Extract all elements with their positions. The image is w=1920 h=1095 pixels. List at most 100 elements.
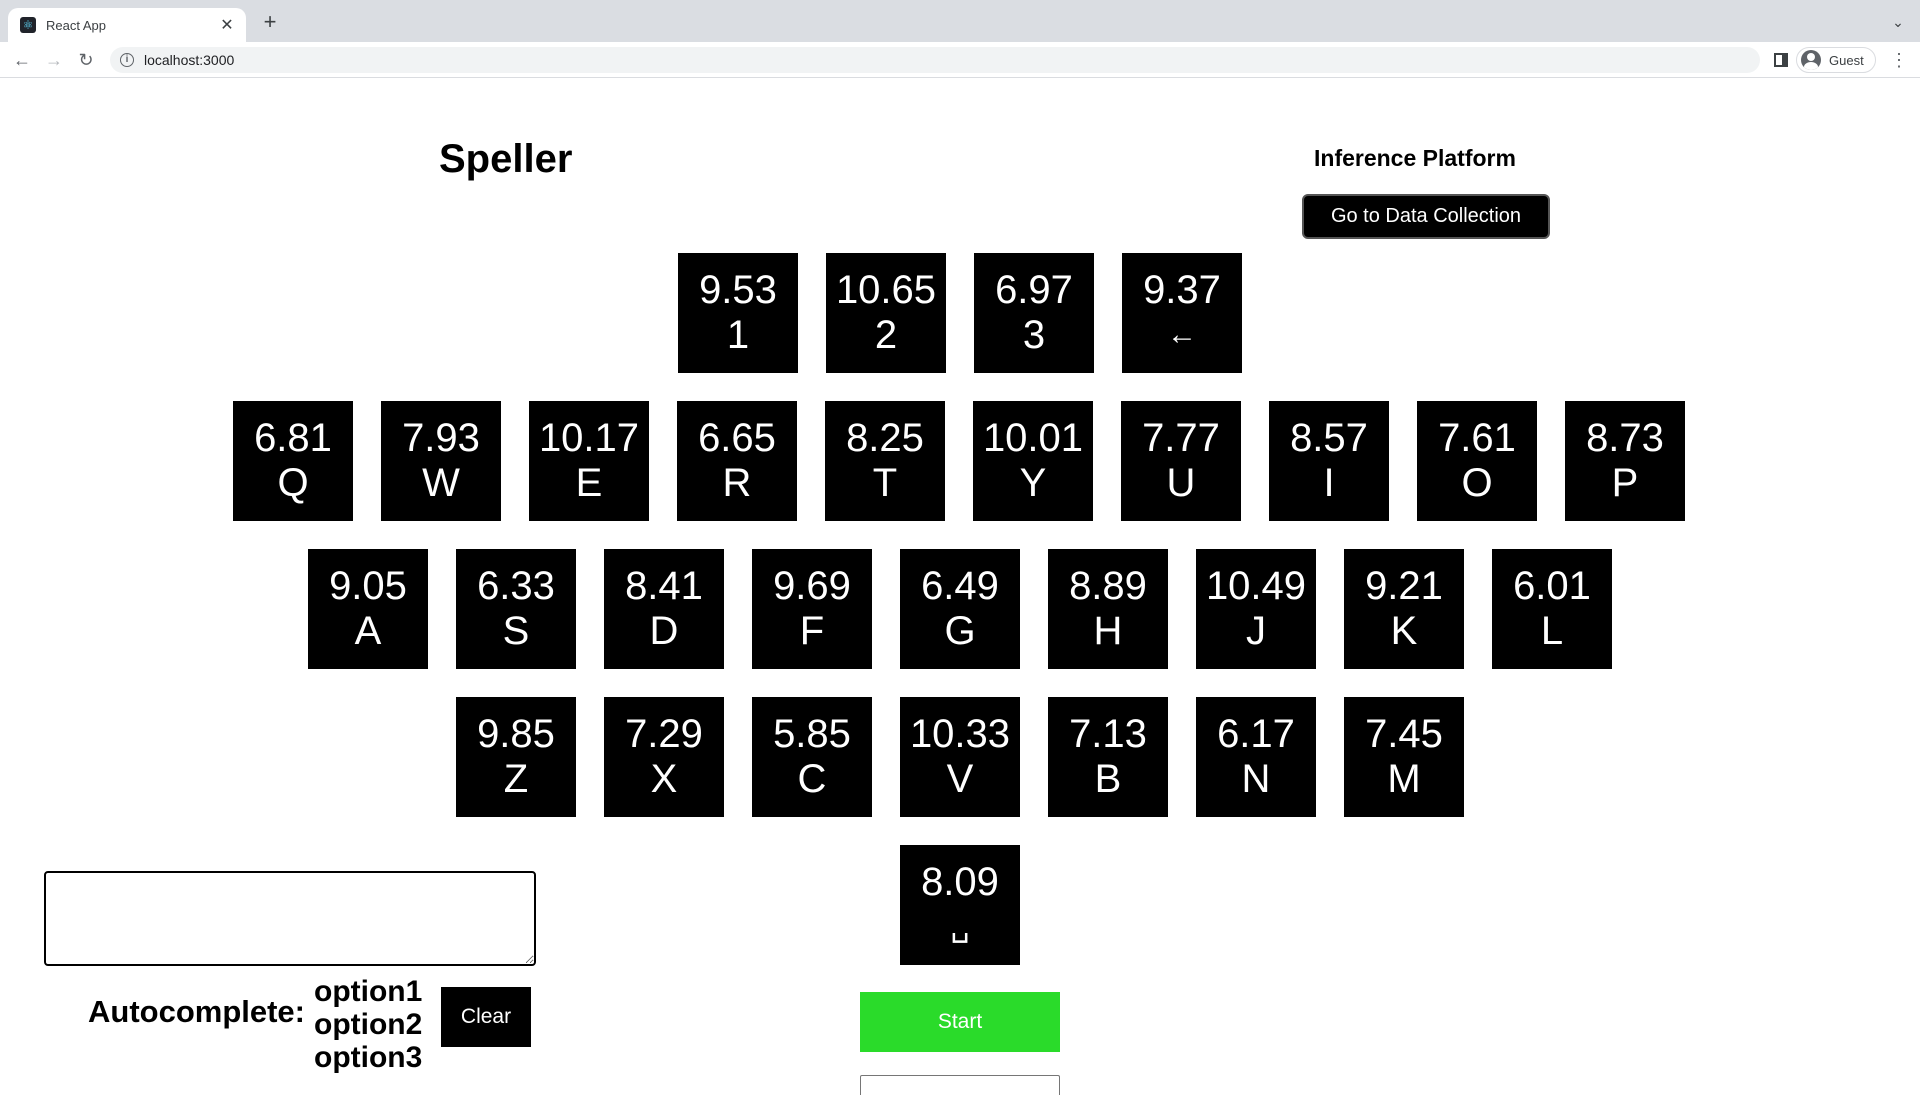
url-text[interactable]: localhost:3000 [144, 52, 234, 68]
key-p[interactable]: 8.73 P [1565, 401, 1685, 521]
spelled-text-area[interactable] [44, 871, 536, 966]
key-score: 10.49 [1205, 564, 1307, 608]
key-score: 7.93 [402, 416, 480, 460]
key-label: R [722, 461, 752, 505]
key-score: 7.13 [1069, 712, 1147, 756]
speller-page: Speller Inference Platform Go to Data Co… [0, 79, 1920, 1095]
profile-avatar-icon [1801, 50, 1821, 70]
key-label: Y [1019, 461, 1047, 505]
key-score: 8.09 [921, 860, 999, 904]
key-score: 8.57 [1290, 416, 1368, 460]
key-backspace[interactable]: 9.37 ← [1122, 253, 1242, 373]
key-label: A [354, 609, 382, 653]
key-v[interactable]: 10.33 V [900, 697, 1020, 817]
key-3[interactable]: 6.97 3 [974, 253, 1094, 373]
key-z[interactable]: 9.85 Z [456, 697, 576, 817]
key-label: X [650, 757, 678, 801]
tab-search-chevron-icon[interactable]: ⌄ [1888, 12, 1908, 32]
key-score: 8.41 [625, 564, 703, 608]
key-label: 3 [1022, 313, 1046, 357]
key-label: 2 [874, 313, 898, 357]
key-label: D [649, 609, 679, 653]
key-y[interactable]: 10.01 Y [973, 401, 1093, 521]
reload-icon[interactable]: ↻ [74, 48, 98, 72]
key-label: 1 [726, 313, 750, 357]
key-score: 5.85 [773, 712, 851, 756]
key-label: K [1390, 609, 1418, 653]
backspace-arrow-icon: ← [1167, 318, 1197, 351]
key-x[interactable]: 7.29 X [604, 697, 724, 817]
key-label: I [1323, 461, 1335, 505]
key-label: O [1461, 461, 1493, 505]
key-label: J [1246, 609, 1266, 653]
key-t[interactable]: 8.25 T [825, 401, 945, 521]
key-s[interactable]: 6.33 S [456, 549, 576, 669]
key-label: N [1241, 757, 1271, 801]
key-u[interactable]: 7.77 U [1121, 401, 1241, 521]
key-score: 7.61 [1438, 416, 1516, 460]
key-o[interactable]: 7.61 O [1417, 401, 1537, 521]
key-score: 6.17 [1217, 712, 1295, 756]
key-2[interactable]: 10.65 2 [826, 253, 946, 373]
go-to-data-collection-button[interactable]: Go to Data Collection [1302, 194, 1550, 239]
key-score: 6.33 [477, 564, 555, 608]
key-w[interactable]: 7.93 W [381, 401, 501, 521]
autocomplete-option[interactable]: option2 [314, 1008, 422, 1041]
browser-tabstrip: ⚛ React App ✕ + ⌄ [0, 0, 1920, 42]
key-score: 9.69 [773, 564, 851, 608]
key-1[interactable]: 9.53 1 [678, 253, 798, 373]
key-label: Z [503, 757, 529, 801]
key-f[interactable]: 9.69 F [752, 549, 872, 669]
key-label: E [575, 461, 603, 505]
autocomplete-option[interactable]: option1 [314, 975, 422, 1008]
key-score: 8.89 [1069, 564, 1147, 608]
key-g[interactable]: 6.49 G [900, 549, 1020, 669]
key-label: F [799, 609, 825, 653]
side-panel-icon[interactable] [1774, 53, 1788, 67]
profile-button[interactable]: Guest [1796, 47, 1876, 73]
new-tab-button[interactable]: + [258, 10, 282, 34]
tab-title: React App [46, 17, 106, 33]
key-d[interactable]: 8.41 D [604, 549, 724, 669]
secondary-control[interactable] [860, 1075, 1060, 1095]
key-m[interactable]: 7.45 M [1344, 697, 1464, 817]
key-label: B [1094, 757, 1122, 801]
start-button[interactable]: Start [860, 992, 1060, 1052]
key-score: 7.45 [1365, 712, 1443, 756]
more-menu-icon[interactable]: ⋮ [1890, 48, 1908, 72]
key-l[interactable]: 6.01 L [1492, 549, 1612, 669]
key-h[interactable]: 8.89 H [1048, 549, 1168, 669]
close-tab-icon[interactable]: ✕ [218, 15, 236, 35]
key-c[interactable]: 5.85 C [752, 697, 872, 817]
key-label: L [1540, 609, 1564, 653]
key-e[interactable]: 10.17 E [529, 401, 649, 521]
page-title: Speller [439, 137, 573, 181]
platform-label: Inference Platform [1314, 145, 1516, 171]
clear-button[interactable]: Clear [441, 987, 531, 1047]
key-i[interactable]: 8.57 I [1269, 401, 1389, 521]
autocomplete-option[interactable]: option3 [314, 1041, 422, 1074]
site-info-icon[interactable]: i [120, 53, 134, 67]
key-label: Q [277, 461, 309, 505]
key-r[interactable]: 6.65 R [677, 401, 797, 521]
key-n[interactable]: 6.17 N [1196, 697, 1316, 817]
key-score: 6.65 [698, 416, 776, 460]
key-space[interactable]: 8.09 ␣ [900, 845, 1020, 965]
key-label: H [1093, 609, 1123, 653]
key-score: 10.33 [909, 712, 1011, 756]
back-arrow-icon[interactable]: ← [10, 48, 34, 72]
key-q[interactable]: 6.81 Q [233, 401, 353, 521]
key-b[interactable]: 7.13 B [1048, 697, 1168, 817]
key-score: 8.25 [846, 416, 924, 460]
browser-tab[interactable]: ⚛ React App ✕ [8, 8, 246, 42]
key-label: G [944, 609, 976, 653]
key-score: 9.37 [1143, 268, 1221, 312]
key-score: 7.29 [625, 712, 703, 756]
key-score: 6.81 [254, 416, 332, 460]
key-label: W [422, 461, 460, 505]
key-a[interactable]: 9.05 A [308, 549, 428, 669]
forward-arrow-icon[interactable]: → [42, 48, 66, 72]
address-bar[interactable]: i localhost:3000 [110, 47, 1760, 73]
key-k[interactable]: 9.21 K [1344, 549, 1464, 669]
key-j[interactable]: 10.49 J [1196, 549, 1316, 669]
